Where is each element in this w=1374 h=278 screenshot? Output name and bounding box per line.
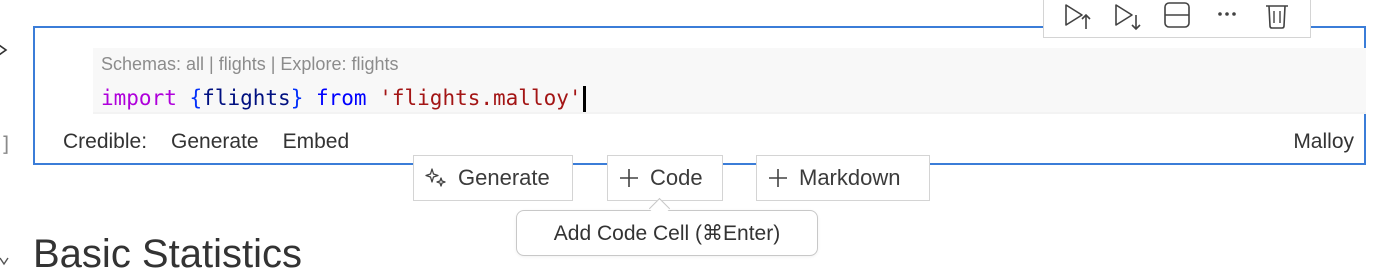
split-cell-icon bbox=[1164, 2, 1190, 28]
code-token-from: from bbox=[316, 86, 367, 110]
credible-label: Credible: bbox=[63, 130, 148, 153]
editor-surface[interactable]: Schemas: all | flights | Explore: flight… bbox=[93, 48, 1366, 112]
insert-generate-button[interactable]: Generate bbox=[413, 155, 573, 201]
codelens-schemas[interactable]: Schemas: all | flights | Explore: flight… bbox=[101, 54, 398, 75]
insert-markdown-label: Markdown bbox=[799, 165, 901, 190]
code-line[interactable]: import {flights} from 'flights.malloy' bbox=[101, 84, 586, 112]
more-actions-button[interactable] bbox=[1209, 0, 1245, 34]
execute-below-icon bbox=[1115, 4, 1141, 31]
cell-status-bar: Credible: Generate Embed bbox=[63, 130, 349, 154]
text-cursor bbox=[582, 86, 586, 112]
credible-generate-link[interactable]: Generate bbox=[171, 130, 259, 154]
execute-above-button[interactable] bbox=[1059, 0, 1095, 34]
expand-chevron-icon[interactable] bbox=[0, 40, 8, 60]
credible-embed-link[interactable]: Embed bbox=[283, 130, 350, 154]
markdown-heading[interactable]: Basic Statistics bbox=[33, 232, 302, 277]
cell-language-picker[interactable]: Malloy bbox=[1293, 130, 1354, 154]
sparkle-icon bbox=[425, 168, 446, 187]
collapse-chevron-icon[interactable] bbox=[0, 252, 10, 268]
execute-above-icon bbox=[1065, 4, 1091, 29]
plus-icon bbox=[620, 169, 638, 187]
insert-code-button[interactable]: Code bbox=[607, 155, 723, 201]
notebook-page: ] Schemas: all | flights | Explore: flig… bbox=[0, 0, 1374, 278]
code-token-keyword: import bbox=[101, 86, 177, 110]
code-cell[interactable]: Schemas: all | flights | Explore: flight… bbox=[33, 26, 1366, 165]
code-token-brace-close: } bbox=[290, 86, 304, 110]
split-cell-button[interactable] bbox=[1159, 0, 1195, 34]
tooltip: Add Code Cell (⌘Enter) bbox=[516, 210, 818, 256]
execution-order-bracket: ] bbox=[0, 132, 13, 156]
code-token-string: 'flights.malloy' bbox=[379, 86, 582, 110]
code-token-brace-open: { bbox=[189, 86, 203, 110]
more-icon bbox=[1218, 12, 1236, 16]
code-token-identifier: flights bbox=[202, 86, 291, 110]
code-editor[interactable]: Schemas: all | flights | Explore: flight… bbox=[93, 48, 1366, 114]
delete-icon bbox=[1266, 5, 1288, 29]
insert-code-label: Code bbox=[650, 165, 703, 190]
plus-icon bbox=[769, 169, 787, 187]
tooltip-text: Add Code Cell (⌘Enter) bbox=[553, 221, 781, 245]
execute-below-button[interactable] bbox=[1109, 0, 1145, 34]
cell-toolbar bbox=[1043, 0, 1311, 38]
delete-cell-button[interactable] bbox=[1259, 0, 1295, 34]
insert-markdown-button[interactable]: Markdown bbox=[756, 155, 930, 201]
insert-generate-label: Generate bbox=[458, 165, 550, 190]
